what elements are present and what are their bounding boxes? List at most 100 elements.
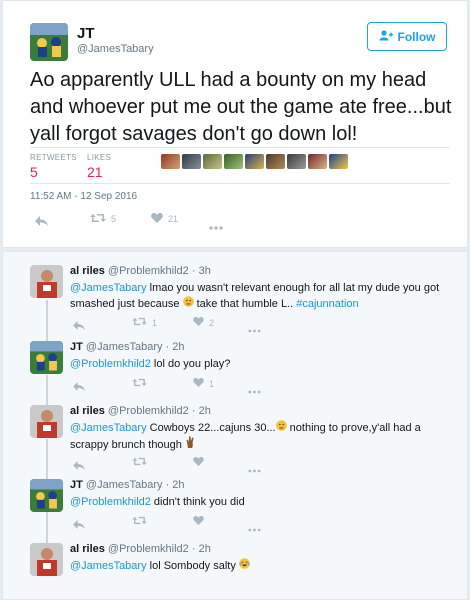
retweet-action[interactable] (132, 516, 152, 527)
reply-author-handle[interactable]: @JamesTabary (86, 341, 163, 353)
liker-avatar[interactable] (266, 154, 285, 169)
reply-tweet[interactable]: al riles @Problemkhild2 · 3h @JamesTabar… (3, 265, 469, 345)
mention-link[interactable]: @JamesTabary (70, 560, 147, 572)
reply-action[interactable] (73, 378, 85, 396)
reply-author-handle[interactable]: @Problemkhild2 (108, 265, 189, 277)
reply-author-handle[interactable]: @JamesTabary (86, 479, 163, 491)
retweet-action[interactable] (132, 457, 152, 468)
like-count: 1 (209, 378, 215, 389)
hashtag-link[interactable]: #cajunnation (296, 298, 358, 310)
reply-author-name[interactable]: al riles (70, 543, 105, 555)
reply-tweet[interactable]: al riles @Problemkhild2 · 2h @JamesTabar… (3, 543, 469, 599)
mention-link[interactable]: @Problemkhild2 (70, 496, 151, 508)
retweet-icon (132, 317, 147, 328)
like-action[interactable]: 1 (193, 378, 214, 389)
mention-link[interactable]: @JamesTabary (70, 282, 147, 294)
author-name[interactable]: JT (77, 25, 95, 42)
laughing-emoji (239, 558, 250, 572)
reply-action[interactable] (73, 516, 85, 534)
avatar-al-riles[interactable] (30, 265, 63, 298)
more-icon (248, 381, 261, 399)
reply-text: @Problemkhild2 lol do you play? (70, 356, 450, 372)
like-action[interactable] (193, 457, 209, 468)
retweet-icon (132, 457, 147, 468)
retweet-icon (132, 516, 147, 527)
retweet-action[interactable]: 1 (132, 317, 157, 328)
more-action[interactable] (248, 320, 261, 338)
follow-button[interactable]: Follow (367, 22, 447, 51)
liker-avatars (161, 154, 348, 169)
more-action[interactable] (248, 381, 261, 399)
thinking-emoji (275, 420, 287, 434)
add-user-icon (379, 29, 393, 44)
avatar-al-riles[interactable] (30, 543, 63, 576)
retweet-icon (132, 378, 147, 389)
retweets-label: RETWEETS (30, 153, 77, 162)
liker-avatar[interactable] (245, 154, 264, 169)
reply-icon (35, 213, 48, 231)
author-handle[interactable]: @JamesTabary (77, 43, 154, 55)
liker-avatar[interactable] (203, 154, 222, 169)
avatar-jt[interactable] (30, 479, 63, 512)
separator-dot: · (191, 543, 196, 555)
mention-link[interactable]: @Problemkhild2 (70, 358, 151, 370)
liker-avatar[interactable] (329, 154, 348, 169)
reply-text: @JamesTabary lmao you wasn't relevant en… (70, 280, 450, 312)
liker-avatar[interactable] (161, 154, 180, 169)
retweet-count: 5 (111, 214, 117, 224)
retweet-action[interactable]: 5 (90, 213, 116, 225)
reply-author-name[interactable]: JT (70, 479, 83, 491)
liker-avatar[interactable] (287, 154, 306, 169)
more-icon (209, 217, 223, 235)
reply-header: al riles @Problemkhild2 · 3h (70, 265, 211, 277)
more-icon (248, 320, 261, 338)
reply-tweet[interactable]: al riles @Problemkhild2 · 2h @JamesTabar… (3, 405, 469, 477)
reply-author-handle[interactable]: @Problemkhild2 (108, 405, 189, 417)
more-icon (248, 460, 261, 478)
reply-time[interactable]: 3h (199, 265, 211, 277)
reply-tweet[interactable]: JT @JamesTabary · 2h @Problemkhild2 didn… (3, 479, 469, 539)
heart-icon (193, 378, 204, 389)
reply-author-handle[interactable]: @Problemkhild2 (108, 543, 189, 555)
heart-icon (193, 457, 204, 468)
avatar-al-riles[interactable] (30, 405, 63, 438)
liker-avatar[interactable] (224, 154, 243, 169)
like-count: 2 (209, 317, 215, 328)
liker-avatar[interactable] (308, 154, 327, 169)
reply-text-part: take that humble L.. (193, 298, 297, 310)
tweet-timestamp[interactable]: 11:52 AM - 12 Sep 2016 (30, 191, 137, 202)
like-action[interactable] (193, 516, 209, 527)
reply-time[interactable]: 2h (172, 341, 184, 353)
heart-icon (193, 516, 204, 527)
retweets-stat[interactable]: RETWEETS 5 (30, 153, 77, 180)
retweet-action[interactable] (132, 378, 152, 389)
reply-action[interactable] (73, 457, 85, 475)
reply-action[interactable] (35, 213, 48, 231)
avatar-jt[interactable] (30, 23, 68, 61)
mention-link[interactable]: @JamesTabary (70, 422, 147, 434)
reply-author-name[interactable]: JT (70, 341, 83, 353)
like-action[interactable]: 2 (193, 317, 214, 328)
reply-icon (73, 317, 85, 335)
more-action[interactable] (248, 519, 261, 537)
reply-time[interactable]: 2h (199, 405, 211, 417)
reply-text-part: lol do you play? (150, 358, 231, 370)
reply-text-part: didn't think you did (150, 496, 245, 508)
avatar-jt[interactable] (30, 341, 63, 374)
like-action[interactable]: 21 (151, 213, 178, 225)
reply-author-name[interactable]: al riles (70, 405, 105, 417)
liker-avatar[interactable] (182, 154, 201, 169)
reply-header: JT @JamesTabary · 2h (70, 341, 185, 353)
separator-dot: · (165, 341, 170, 353)
likes-stat[interactable]: LIKES 21 (87, 153, 111, 180)
separator-dot: · (191, 405, 196, 417)
reply-time[interactable]: 2h (172, 479, 184, 491)
more-action[interactable] (209, 217, 223, 235)
separator-dot: · (191, 265, 196, 277)
reply-action[interactable] (73, 317, 85, 335)
more-action[interactable] (248, 460, 261, 478)
reply-text-part: lol Sombody salty (146, 560, 239, 572)
reply-author-name[interactable]: al riles (70, 265, 105, 277)
reply-tweet[interactable]: JT @JamesTabary · 2h @Problemkhild2 lol … (3, 341, 469, 401)
reply-time[interactable]: 2h (199, 543, 211, 555)
